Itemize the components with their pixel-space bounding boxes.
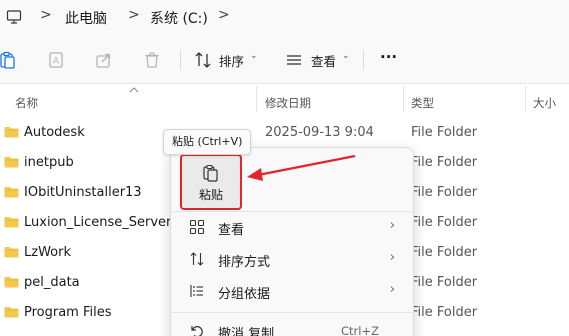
- file-name: LzWork: [24, 245, 71, 260]
- file-type: File Folder: [411, 305, 478, 320]
- file-type: File Folder: [411, 185, 478, 200]
- file-name: Luxion_License_Server: [24, 215, 172, 230]
- folder-icon: [4, 247, 19, 258]
- file-type: File Folder: [411, 125, 478, 140]
- paste-button[interactable]: 粘贴: [180, 154, 242, 210]
- menu-item-undo-copy[interactable]: 撤消 复制 Ctrl+Z: [175, 316, 409, 336]
- toolbar-divider: [363, 50, 364, 70]
- file-row[interactable]: Autodesk 2025-09-13 9:04 File Folder: [0, 118, 569, 148]
- grid-icon: [189, 219, 205, 235]
- file-name: pel_data: [24, 275, 80, 290]
- view-icon[interactable]: [284, 50, 304, 70]
- chevron-down-icon[interactable]: ⌄: [250, 51, 258, 61]
- svg-text:A: A: [53, 57, 60, 67]
- menu-item-view[interactable]: 查看 ›: [175, 212, 409, 242]
- file-type: File Folder: [411, 275, 478, 290]
- rename-icon[interactable]: A: [46, 50, 66, 70]
- folder-icon: [4, 127, 19, 138]
- breadcrumb-separator[interactable]: >: [128, 7, 140, 23]
- column-header-size[interactable]: 大小: [526, 84, 569, 118]
- context-menu: 粘贴 查看 › 排序方式 › 分组依据 › 撤消 复制 Ctrl+Z: [170, 147, 414, 336]
- paste-icon: [203, 164, 218, 182]
- chevron-right-icon: ›: [389, 250, 395, 265]
- file-type: File Folder: [411, 155, 478, 170]
- menu-item-group-by[interactable]: 分组依据 ›: [175, 276, 409, 306]
- sort-icon: [190, 252, 204, 266]
- breadcrumb-separator[interactable]: >: [40, 7, 52, 23]
- folder-icon: [4, 307, 19, 318]
- file-name: Program Files: [24, 305, 112, 320]
- command-bar: A 排序 ⌄ 查看 ⌄ ···: [0, 36, 569, 84]
- file-type: File Folder: [411, 215, 478, 230]
- chevron-right-icon: ›: [389, 282, 395, 297]
- file-type: File Folder: [411, 245, 478, 260]
- file-name: IObitUninstaller13: [24, 185, 142, 200]
- sort-button[interactable]: 排序: [219, 51, 244, 70]
- folder-icon: [4, 187, 19, 198]
- sort-icon[interactable]: [193, 50, 213, 70]
- menu-divider: [172, 312, 412, 313]
- folder-icon: [4, 157, 19, 168]
- file-date: 2025-09-13 9:04: [265, 125, 374, 140]
- monitor-icon[interactable]: [6, 9, 22, 25]
- column-header-date[interactable]: 修改日期: [257, 84, 402, 118]
- shortcut-hint: Ctrl+Z: [341, 324, 379, 336]
- address-bar[interactable]: > 此电脑 > 系统 (C:) >: [0, 0, 569, 36]
- column-header-type[interactable]: 类型: [404, 84, 524, 118]
- file-name: inetpub: [24, 155, 74, 170]
- paste-icon[interactable]: [0, 50, 18, 70]
- delete-icon[interactable]: [142, 50, 162, 70]
- breadcrumb-item-this-pc[interactable]: 此电脑: [65, 8, 107, 28]
- breadcrumb-separator[interactable]: >: [218, 7, 230, 23]
- chevron-right-icon: ›: [389, 218, 395, 233]
- view-button[interactable]: 查看: [311, 51, 336, 70]
- chevron-down-icon[interactable]: ⌄: [342, 51, 350, 61]
- column-header-name[interactable]: 名称: [0, 84, 255, 118]
- group-icon: [190, 285, 203, 297]
- paste-label: 粘贴: [198, 188, 223, 202]
- file-name: Autodesk: [24, 125, 85, 140]
- toolbar-divider: [180, 50, 181, 70]
- folder-icon: [4, 217, 19, 228]
- undo-icon: [191, 326, 203, 336]
- more-options-button[interactable]: ···: [380, 48, 397, 66]
- sort-ascending-icon: [129, 87, 139, 93]
- paste-tooltip: 粘贴 (Ctrl+V): [163, 129, 252, 155]
- share-icon[interactable]: [94, 50, 114, 70]
- menu-item-sort-by[interactable]: 排序方式 ›: [175, 244, 409, 274]
- breadcrumb-item-drive-c[interactable]: 系统 (C:): [150, 8, 208, 28]
- folder-icon: [4, 277, 19, 288]
